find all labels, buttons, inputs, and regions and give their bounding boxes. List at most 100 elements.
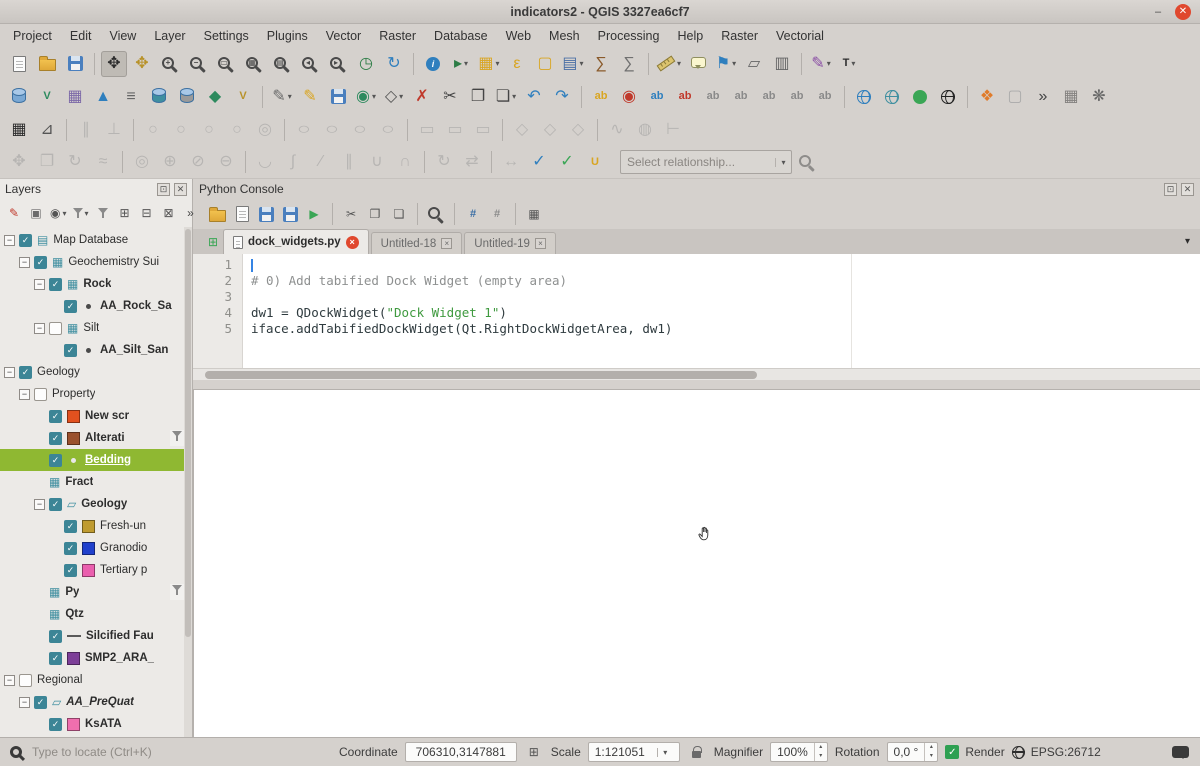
zoom-last-button[interactable]: ◂ (297, 51, 323, 77)
add-group-button[interactable]: ▣ (26, 203, 46, 223)
copy-features-button[interactable]: ❐ (465, 84, 491, 110)
visibility-checkbox[interactable]: ✓ (64, 564, 77, 577)
layer-row[interactable]: −Regional (0, 669, 192, 691)
panel-splitter[interactable] (193, 380, 1200, 389)
current-edits-dropdown[interactable]: ▾ (288, 92, 292, 101)
web-services-button[interactable] (879, 84, 905, 110)
editor-tab[interactable]: Untitled-18× (371, 232, 463, 254)
osm-globe-button[interactable] (935, 84, 961, 110)
locate-input[interactable]: Type to locate (Ctrl+K) (32, 745, 152, 759)
tree-expander[interactable]: − (34, 499, 45, 510)
construction-mode-button[interactable]: ⊿ (34, 117, 60, 143)
new-bookmark-dropdown[interactable]: ▾ (732, 59, 736, 68)
measure-button[interactable]: ▾ (655, 51, 683, 77)
lock-scale-button[interactable] (687, 747, 707, 758)
add-delimited-text-button[interactable]: ≡ (118, 84, 144, 110)
add-mesh-layer-button[interactable]: ▲ (90, 84, 116, 110)
temporal-controller-button[interactable]: ◷ (353, 51, 379, 77)
filter-by-expression-button[interactable] (93, 203, 113, 223)
layer-row[interactable]: −Property (0, 383, 192, 405)
select-by-expression-button[interactable]: ε (504, 51, 530, 77)
save-layer-edits-button[interactable] (325, 84, 351, 110)
layer-row[interactable]: ✓Silcified Fau (0, 625, 192, 647)
find-text-button[interactable] (426, 204, 446, 224)
layer-row[interactable]: −✓▤Map Database (0, 229, 192, 251)
identify-features-button[interactable]: i (420, 51, 446, 77)
new-shapefile-layer-button[interactable]: V (230, 84, 256, 110)
visibility-checkbox[interactable]: ✓ (49, 432, 62, 445)
close-button[interactable]: ✕ (1175, 4, 1191, 20)
toggle-editing-button[interactable]: ✎ (297, 84, 323, 110)
open-layer-styling-button[interactable]: ✎ (4, 203, 24, 223)
toolbar-overflow-button[interactable]: » (1030, 84, 1056, 110)
topology-checker-button[interactable]: ✓ (526, 149, 552, 175)
scrollbar-thumb[interactable] (205, 371, 757, 379)
magnifier-down-button[interactable]: ▾ (815, 752, 827, 761)
code-lines[interactable]: # 0) Add tabified Dock Widget (empty are… (243, 254, 1200, 368)
add-feature-dropdown[interactable]: ▾ (372, 92, 376, 101)
layer-row[interactable]: ✓SMP2_ARA_ (0, 647, 192, 669)
visibility-checkbox[interactable]: ✓ (64, 344, 77, 357)
rotation-spinner[interactable]: 0,0 ° ▴ ▾ (887, 742, 939, 762)
current-edits-button[interactable]: ✎▾ (269, 84, 295, 110)
layer-row[interactable]: ✓Alterati (0, 427, 192, 449)
layer-diagram-button[interactable]: ◉ (616, 84, 642, 110)
annotation-text-dropdown[interactable]: ▾ (851, 59, 855, 68)
map-canvas[interactable] (193, 389, 1200, 737)
messages-button[interactable] (1170, 746, 1190, 758)
run-feature-action-dropdown[interactable]: ▾ (464, 59, 468, 68)
render-toggle[interactable]: ✓ Render (945, 745, 1004, 759)
cut-features-button[interactable]: ✂ (437, 84, 463, 110)
layer-row[interactable]: −✓▦Geochemistry Sui (0, 251, 192, 273)
visibility-checkbox[interactable]: ✓ (34, 696, 47, 709)
layers-scrollbar-thumb[interactable] (185, 229, 191, 637)
layer-row[interactable]: −✓▦Rock (0, 273, 192, 295)
tree-expander[interactable]: − (4, 675, 15, 686)
menu-settings[interactable]: Settings (195, 26, 258, 46)
manage-map-themes-button[interactable]: ◉▾ (48, 203, 69, 223)
layer-row[interactable]: ▦Qtz (0, 603, 192, 625)
select-features-button[interactable]: ▦▾ (476, 51, 502, 77)
show-map-tips-button[interactable] (685, 51, 711, 77)
scale-select[interactable]: 1:121051 ▾ (588, 742, 680, 762)
plugin-settings-button[interactable]: ❋ (1086, 84, 1112, 110)
render-checkbox[interactable]: ✓ (945, 745, 959, 759)
new-bookmark-button[interactable]: ⚑▾ (713, 51, 739, 77)
editor-tab[interactable]: dock_widgets.py× (223, 229, 369, 254)
layer-row[interactable]: −▦Silt (0, 317, 192, 339)
zoom-full-extent-button[interactable]: ▭ (213, 51, 239, 77)
add-vector-layer-button[interactable]: V (34, 84, 60, 110)
cad-tools-button[interactable]: ▦ (6, 117, 32, 143)
editor-tab[interactable]: Untitled-19× (464, 232, 556, 254)
relationship-select[interactable]: Select relationship...▾ (620, 150, 792, 174)
layer-row[interactable]: ✓AA_Silt_San (0, 339, 192, 361)
change-label-button[interactable]: ab (812, 84, 838, 110)
menu-vectorial[interactable]: Vectorial (767, 26, 833, 46)
crs-button[interactable]: EPSG:26712 (1012, 745, 1101, 759)
geometry-checker-button[interactable]: ✓ (554, 149, 580, 175)
open-in-external-editor-button[interactable] (232, 204, 252, 224)
visibility-checkbox[interactable]: ✓ (49, 718, 62, 731)
visibility-checkbox[interactable] (49, 322, 62, 335)
menu-processing[interactable]: Processing (589, 26, 669, 46)
metasearch-button[interactable] (851, 84, 877, 110)
move-label-button[interactable]: ab (756, 84, 782, 110)
refresh-map-button[interactable]: ↻ (381, 51, 407, 77)
menu-database[interactable]: Database (425, 26, 497, 46)
coordinate-display[interactable]: 706310,3147881 (405, 742, 517, 762)
tab-list-dropdown[interactable]: ▾ (1175, 236, 1200, 247)
zoom-in-button[interactable]: + (157, 51, 183, 77)
zoom-out-button[interactable]: − (185, 51, 211, 77)
layer-row[interactable]: ✓KsATA (0, 713, 192, 735)
visibility-checkbox[interactable]: ✓ (64, 520, 77, 533)
rotation-down-button[interactable]: ▾ (925, 752, 937, 761)
layer-row[interactable]: ✓AA_Rock_Sa (0, 295, 192, 317)
tree-expander[interactable]: − (19, 389, 30, 400)
menu-raster[interactable]: Raster (370, 26, 425, 46)
extents-toggle-button[interactable]: ⊞ (524, 745, 544, 759)
zoom-to-layer-button[interactable]: ▤ (269, 51, 295, 77)
statistical-summary-button[interactable]: ∑ (616, 51, 642, 77)
menu-raster[interactable]: Raster (712, 26, 767, 46)
visibility-checkbox[interactable]: ✓ (49, 278, 62, 291)
menu-plugins[interactable]: Plugins (258, 26, 317, 46)
